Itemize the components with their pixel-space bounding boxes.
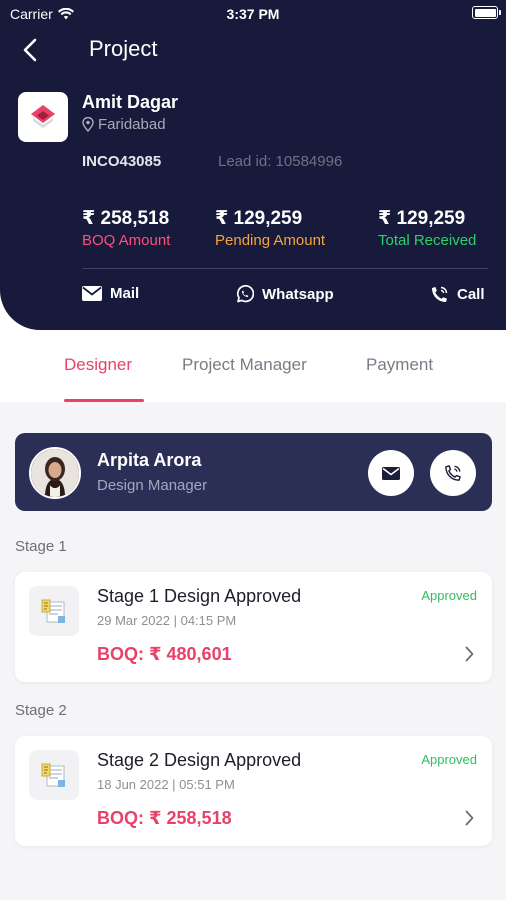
location-label: Faridabad — [98, 116, 166, 133]
manager-card: Arpita Arora Design Manager — [15, 433, 492, 511]
client-logo — [18, 92, 68, 142]
phone-icon — [445, 465, 461, 481]
pending-amount-value: ₹ 129,259 — [215, 208, 303, 229]
whatsapp-button[interactable]: Whatsapp — [235, 285, 334, 304]
manager-call-button[interactable] — [430, 450, 476, 496]
stage-date: 18 Jun 2022 | 05:51 PM — [97, 777, 235, 792]
phone-icon — [432, 286, 448, 302]
client-location: Faridabad — [82, 116, 166, 133]
stage-boq-amount: BOQ: ₹ 258,518 — [97, 808, 232, 828]
design-document-icon — [29, 750, 79, 800]
stage-date: 29 Mar 2022 | 04:15 PM — [97, 613, 237, 628]
status-badge: Approved — [421, 752, 477, 767]
boq-amount-value: ₹ 258,518 — [82, 208, 170, 229]
stage-group-label: Stage 1 — [15, 538, 67, 555]
mail-label: Mail — [110, 285, 140, 302]
pending-amount: ₹ 129,259 Pending Amount — [215, 207, 325, 249]
stage-card[interactable]: Stage 2 Design Approved 18 Jun 2022 | 05… — [15, 736, 492, 846]
project-code: INCO43085 — [82, 153, 162, 170]
status-time: 3:37 PM — [226, 6, 280, 22]
blueprint-icon — [41, 599, 65, 623]
boq-amount: ₹ 258,518 BOQ Amount — [82, 207, 170, 249]
design-document-icon — [29, 586, 79, 636]
client-name: Amit Dagar — [82, 92, 179, 112]
stage-title: Stage 1 Design Approved — [97, 586, 302, 606]
mail-button[interactable]: Mail — [82, 285, 139, 302]
location-pin-icon — [82, 117, 94, 132]
status-bar: Carrier 3:37 PM — [0, 0, 506, 28]
person-avatar-icon — [31, 449, 79, 497]
status-badge: Approved — [421, 588, 477, 603]
mail-icon — [382, 466, 400, 480]
manager-name: Arpita Arora — [97, 450, 202, 470]
received-amount: ₹ 129,259 Total Received — [378, 207, 476, 249]
lead-id: Lead id: 10584996 — [218, 153, 343, 170]
chevron-right-icon — [465, 646, 474, 662]
tab-project-manager[interactable]: Project Manager — [182, 355, 307, 375]
manager-mail-button[interactable] — [368, 450, 414, 496]
received-amount-label: Total Received — [378, 232, 477, 249]
pending-amount-label: Pending Amount — [215, 232, 326, 249]
header-divider — [82, 268, 488, 269]
chevron-right-icon — [465, 810, 474, 826]
call-label: Call — [457, 286, 485, 303]
whatsapp-label: Whatsapp — [262, 286, 334, 303]
battery-icon — [472, 6, 501, 19]
blueprint-icon — [41, 763, 65, 787]
stage-group-label: Stage 2 — [15, 702, 67, 719]
back-button[interactable] — [14, 34, 46, 66]
manager-role: Design Manager — [97, 477, 208, 494]
mail-icon — [82, 286, 102, 301]
call-button[interactable]: Call — [430, 285, 485, 304]
page-title: Project — [89, 36, 158, 61]
tab-payment[interactable]: Payment — [366, 355, 433, 375]
active-tab-indicator — [64, 399, 144, 402]
boq-amount-label: BOQ Amount — [82, 232, 171, 249]
received-amount-value: ₹ 129,259 — [378, 208, 466, 229]
whatsapp-icon — [236, 285, 254, 303]
stage-boq-amount: BOQ: ₹ 480,601 — [97, 644, 232, 664]
house-logo-icon — [31, 105, 55, 128]
tab-designer[interactable]: Designer — [64, 355, 132, 375]
avatar — [29, 447, 81, 499]
stage-title: Stage 2 Design Approved — [97, 750, 302, 770]
chevron-left-icon — [23, 38, 37, 62]
stage-card[interactable]: Stage 1 Design Approved 29 Mar 2022 | 04… — [15, 572, 492, 682]
